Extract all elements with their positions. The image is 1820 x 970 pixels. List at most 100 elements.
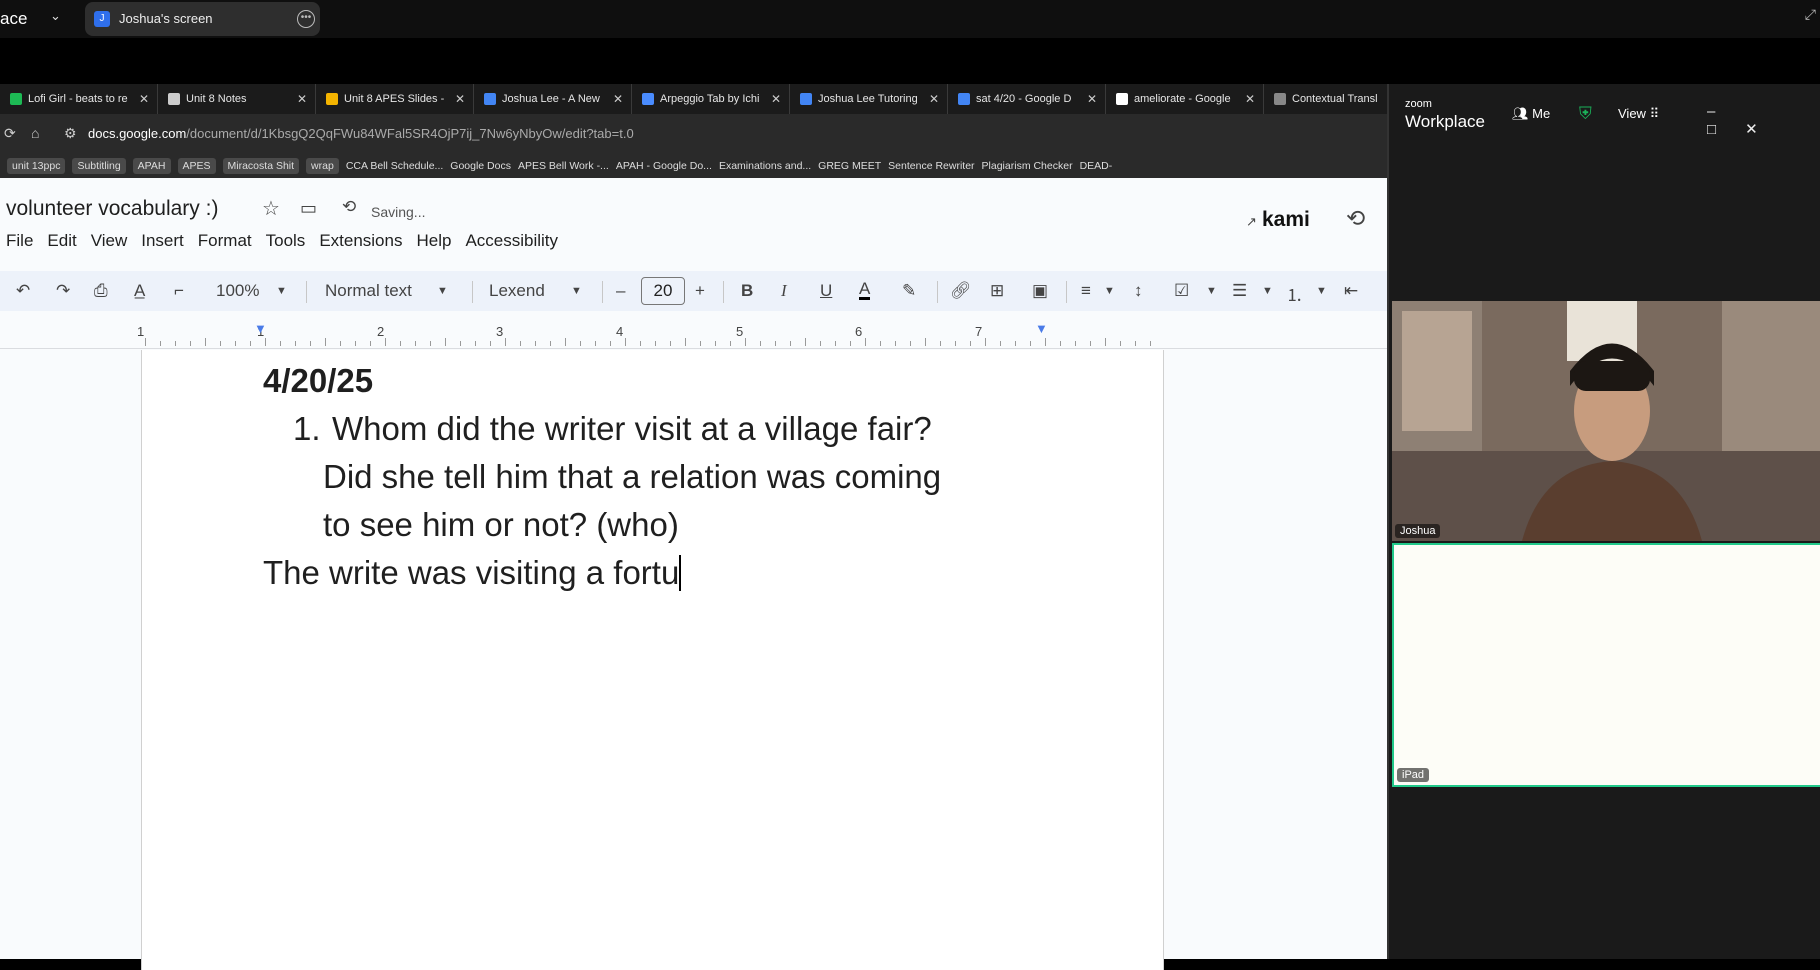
underline-icon[interactable]: U [820,281,832,301]
menu-item-extensions[interactable]: Extensions [319,231,402,250]
meeting-info-button[interactable]: 👥︎ Me [1512,106,1550,122]
spellcheck-icon[interactable]: A̲ [134,281,145,301]
highlight-icon[interactable]: ✎ [902,281,916,301]
maximize-icon[interactable]: □ [1707,121,1745,138]
chevron-down-icon[interactable]: ⌄ [50,8,61,24]
image-icon[interactable]: ▣ [1032,281,1048,301]
text-color-icon[interactable]: A [859,280,871,300]
paint-format-icon[interactable]: ⌐ [174,281,184,301]
font-select[interactable]: Lexend [489,281,545,301]
menu-item-help[interactable]: Help [416,231,451,250]
browser-tab[interactable]: sat 4/20 - Google D ✕ [948,84,1106,114]
chevron-down-icon[interactable]: ▼ [1206,285,1217,297]
bookmark-item[interactable]: Sentence Rewriter [888,154,974,178]
ruler-tick [880,341,881,346]
bookmark-item[interactable]: unit 13ppc [7,158,66,174]
chevron-down-icon[interactable]: ▼ [1262,285,1273,297]
close-tab-icon[interactable]: ✕ [929,84,939,114]
browser-tab[interactable]: Unit 8 APES Slides - ✕ [316,84,474,114]
document-title[interactable]: volunteer vocabulary :) [6,197,218,221]
chevron-down-icon[interactable]: ▼ [276,285,287,297]
print-icon[interactable]: ⎙ [94,281,108,301]
indent-marker[interactable]: ▼ [254,321,267,336]
video-tile-ipad[interactable]: iPad [1392,543,1820,787]
chevron-down-icon[interactable]: ▼ [1104,285,1115,297]
ruler-tick [895,341,896,346]
close-tab-icon[interactable]: ✕ [455,84,465,114]
close-tab-icon[interactable]: ✕ [139,84,149,114]
bookmark-item[interactable]: Google Docs [450,154,511,178]
menu-item-format[interactable]: Format [198,231,252,250]
bookmark-item[interactable]: APES [177,158,216,174]
font-size-input[interactable]: 20 [641,277,685,305]
bookmark-item[interactable]: APAH [132,158,171,174]
line-spacing-icon[interactable]: ↕ [1134,281,1143,301]
close-icon[interactable]: ✕ [1745,121,1787,138]
minimize-icon[interactable]: – [1707,103,1744,120]
document-page[interactable]: 4/20/25 1. Whom did the writer visit at … [141,350,1164,970]
bookmark-item[interactable]: CCA Bell Schedule... [346,154,443,178]
browser-tab[interactable]: Contextual Transl✕ [1264,84,1387,114]
bookmark-item[interactable]: APES Bell Work -... [518,154,609,178]
redo-icon[interactable]: ↷ [56,281,70,301]
checklist-icon[interactable]: ☑ [1174,281,1189,301]
menu-item-insert[interactable]: Insert [141,231,184,250]
link-icon[interactable]: 🔗︎ [950,281,972,301]
chevron-down-icon[interactable]: ▼ [1316,285,1327,297]
security-shield-icon[interactable]: ⛨ [1579,104,1592,124]
bookmark-item[interactable]: GREG MEET [818,154,881,178]
close-tab-icon[interactable]: ✕ [297,84,307,114]
chevron-down-icon[interactable]: ▼ [437,285,448,297]
site-settings-icon[interactable]: ⚙ [64,125,77,142]
menu-item-tools[interactable]: Tools [266,231,306,250]
numbered-list-icon[interactable]: ⒈ [1286,281,1303,306]
bookmark-item[interactable]: wrap [306,158,339,174]
bookmark-item[interactable]: DEAD- [1080,154,1113,178]
ruler-tick [865,338,866,346]
history-icon[interactable]: ⟲ [1346,205,1365,232]
indent-icon[interactable]: ⇤ [1344,281,1358,301]
close-tab-icon[interactable]: ✕ [1245,84,1255,114]
view-button[interactable]: View ⠿ [1618,106,1659,122]
browser-tab[interactable]: ameliorate - Google ✕ [1106,84,1264,114]
align-icon[interactable]: ≡ [1081,281,1091,301]
style-select[interactable]: Normal text [325,281,412,301]
comment-icon[interactable]: ⊞ [990,281,1004,301]
close-tab-icon[interactable]: ✕ [613,84,623,114]
bookmark-item[interactable]: Subtitling [72,158,126,174]
reload-icon[interactable]: ⟳ [4,125,16,142]
bold-icon[interactable]: B [741,281,753,301]
italic-icon[interactable]: I [781,281,787,301]
video-tile-joshua[interactable]: Joshua [1392,301,1820,541]
home-icon[interactable]: ⌂ [31,125,39,141]
star-icon[interactable]: ☆ [262,196,280,221]
bullet-list-icon[interactable]: ☰ [1232,281,1247,301]
browser-tab[interactable]: Joshua Lee Tutoring ✕ [790,84,948,114]
menu-item-file[interactable]: File [6,231,33,250]
decrease-font-icon[interactable]: – [616,281,625,301]
increase-font-icon[interactable]: + [695,281,705,301]
browser-tab[interactable]: Lofi Girl - beats to re ✕ [0,84,158,114]
browser-tab[interactable]: Unit 8 Notes ✕ [158,84,316,114]
url-text[interactable]: docs.google.com/document/d/1KbsgQ2QqFWu8… [88,126,634,141]
menu-item-accessibility[interactable]: Accessibility [465,231,558,250]
bookmark-item[interactable]: Miracosta Shit [222,158,300,174]
expand-icon[interactable]: ⤢ [1805,6,1816,23]
close-tab-icon[interactable]: ✕ [771,84,781,114]
zoom-select[interactable]: 100% [216,281,259,301]
browser-tab[interactable]: Joshua Lee - A New ✕ [474,84,632,114]
menu-item-view[interactable]: View [91,231,128,250]
browser-tab[interactable]: Arpeggio Tab by Ichi ✕ [632,84,790,114]
more-options-icon[interactable]: ••• [297,10,315,28]
chevron-down-icon[interactable]: ▼ [571,285,582,297]
undo-icon[interactable]: ↶ [16,281,30,301]
bookmark-item[interactable]: Examinations and... [719,154,811,178]
screen-share-pill[interactable]: J Joshua's screen ••• [85,2,320,36]
menu-item-edit[interactable]: Edit [47,231,76,250]
right-margin-marker[interactable]: ▼ [1035,321,1048,336]
kami-button[interactable]: kami [1262,208,1310,232]
close-tab-icon[interactable]: ✕ [1087,84,1097,114]
move-folder-icon[interactable]: ▭ [300,198,317,219]
bookmark-item[interactable]: APAH - Google Do... [616,154,712,178]
bookmark-item[interactable]: Plagiarism Checker [982,154,1073,178]
